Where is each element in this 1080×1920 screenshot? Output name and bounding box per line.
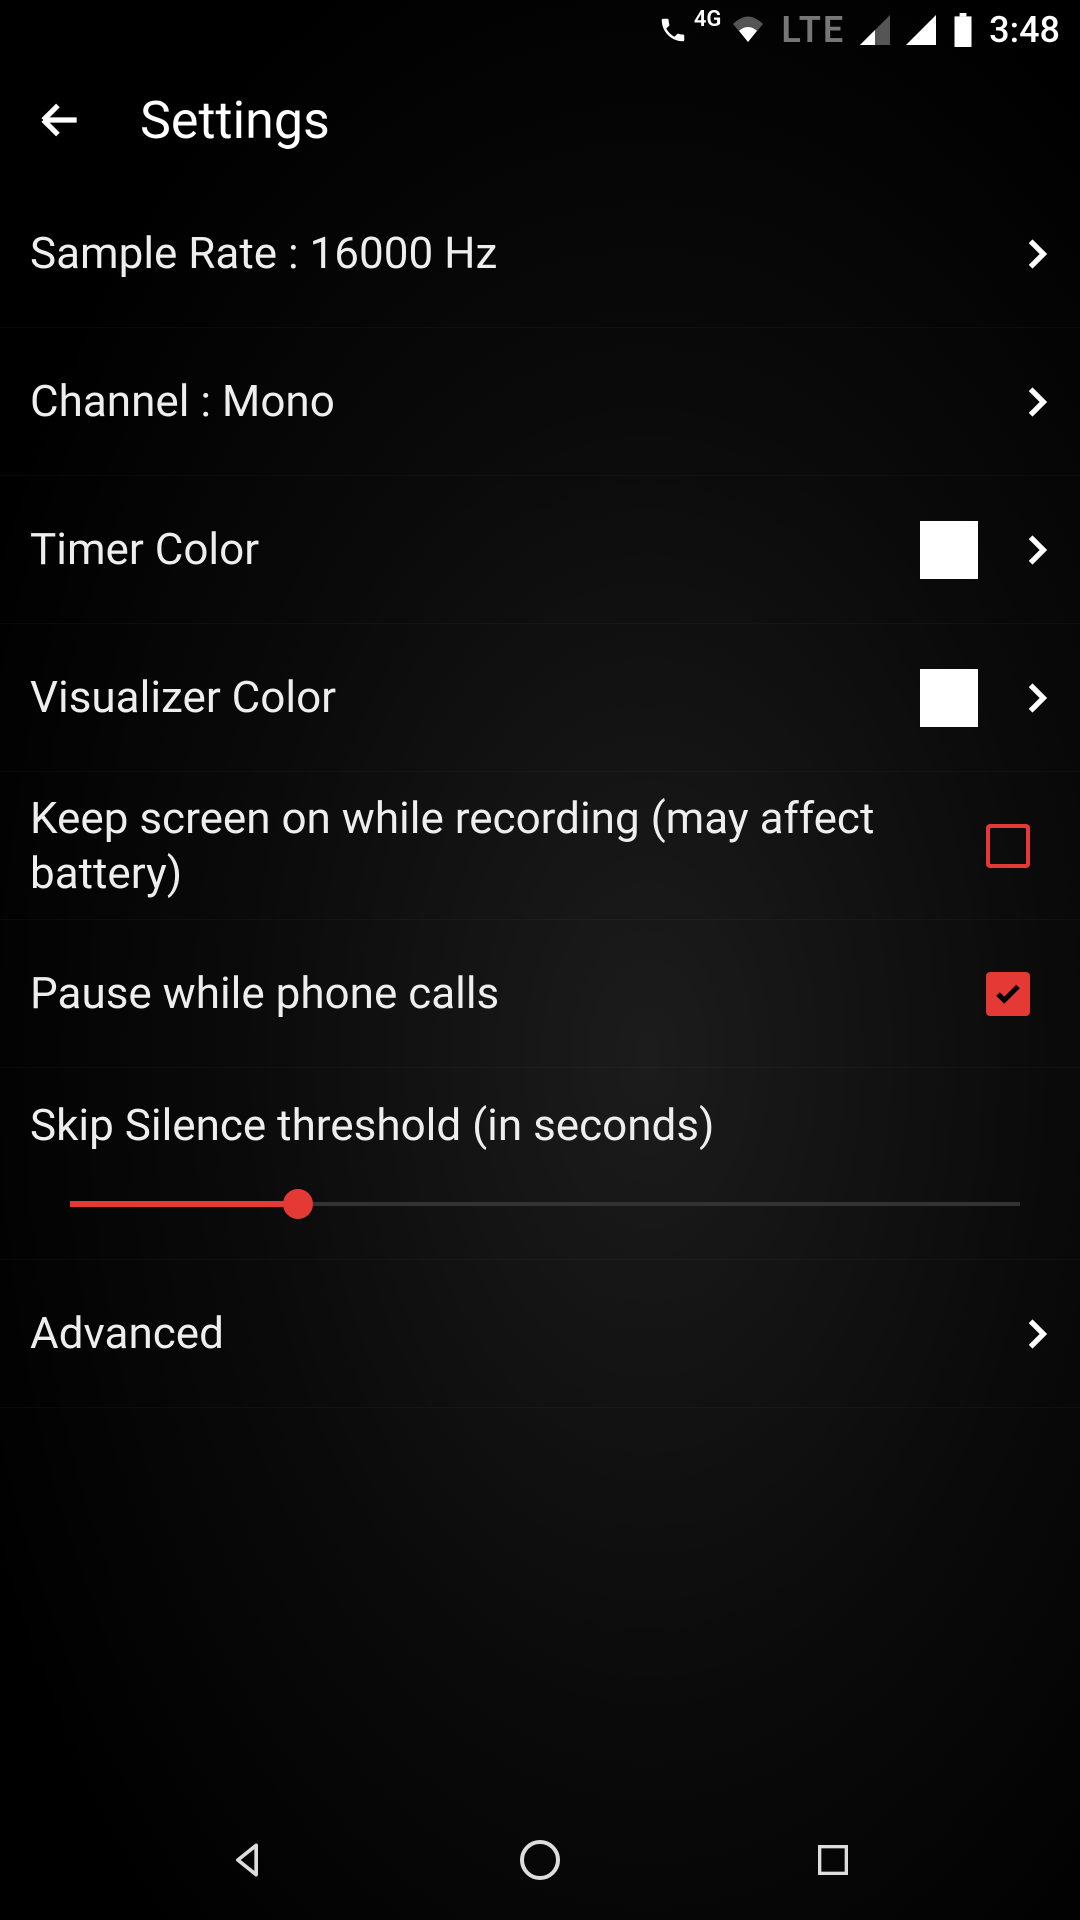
arrow-left-icon	[35, 95, 85, 145]
setting-label: Channel : Mono	[30, 374, 1024, 429]
chevron-right-icon	[1024, 533, 1050, 567]
settings-list: Sample Rate : 16000 Hz Channel : Mono Ti…	[0, 180, 1080, 1800]
signal-icon-1	[859, 15, 891, 45]
setting-keep-screen-on[interactable]: Keep screen on while recording (may affe…	[0, 772, 1080, 920]
setting-sample-rate[interactable]: Sample Rate : 16000 Hz	[0, 180, 1080, 328]
navigation-bar	[0, 1800, 1080, 1920]
setting-skip-silence: Skip Silence threshold (in seconds)	[0, 1068, 1080, 1260]
signal-icon-2	[905, 15, 937, 45]
triangle-back-icon	[225, 1838, 269, 1882]
setting-label: Timer Color	[30, 522, 920, 577]
nav-back-button[interactable]	[217, 1830, 277, 1890]
setting-timer-color[interactable]: Timer Color	[0, 476, 1080, 624]
checkbox[interactable]	[986, 824, 1030, 868]
chevron-right-icon	[1024, 681, 1050, 715]
setting-visualizer-color[interactable]: Visualizer Color	[0, 624, 1080, 772]
setting-channel[interactable]: Channel : Mono	[0, 328, 1080, 476]
lte-label: LTE	[781, 9, 845, 51]
chevron-right-icon	[1024, 1317, 1050, 1351]
page-title: Settings	[140, 90, 330, 151]
phone-4g-icon: 4G	[658, 15, 716, 45]
back-button[interactable]	[30, 90, 90, 150]
slider-fill	[70, 1201, 298, 1207]
setting-label: Skip Silence threshold (in seconds)	[30, 1098, 1050, 1153]
chevron-right-icon	[1024, 237, 1050, 271]
setting-label: Keep screen on while recording (may affe…	[30, 791, 986, 901]
slider-thumb[interactable]	[283, 1189, 313, 1219]
setting-label: Sample Rate : 16000 Hz	[30, 226, 1024, 281]
battery-icon	[951, 13, 975, 47]
checkbox[interactable]	[986, 972, 1030, 1016]
square-recent-icon	[813, 1840, 853, 1880]
wifi-icon	[729, 15, 767, 45]
setting-label: Advanced	[30, 1306, 1024, 1361]
chevron-right-icon	[1024, 385, 1050, 419]
slider[interactable]	[70, 1189, 1020, 1219]
setting-advanced[interactable]: Advanced	[0, 1260, 1080, 1408]
color-swatch	[920, 521, 978, 579]
nav-home-button[interactable]	[510, 1830, 570, 1890]
status-bar: 4G LTE 3:48	[0, 0, 1080, 60]
setting-label: Visualizer Color	[30, 670, 920, 725]
circle-home-icon	[516, 1836, 564, 1884]
nav-recent-button[interactable]	[803, 1830, 863, 1890]
app-bar: Settings	[0, 60, 1080, 180]
setting-pause-calls[interactable]: Pause while phone calls	[0, 920, 1080, 1068]
check-icon	[993, 979, 1023, 1009]
setting-label: Pause while phone calls	[30, 966, 986, 1021]
clock: 3:48	[989, 9, 1060, 51]
color-swatch	[920, 669, 978, 727]
